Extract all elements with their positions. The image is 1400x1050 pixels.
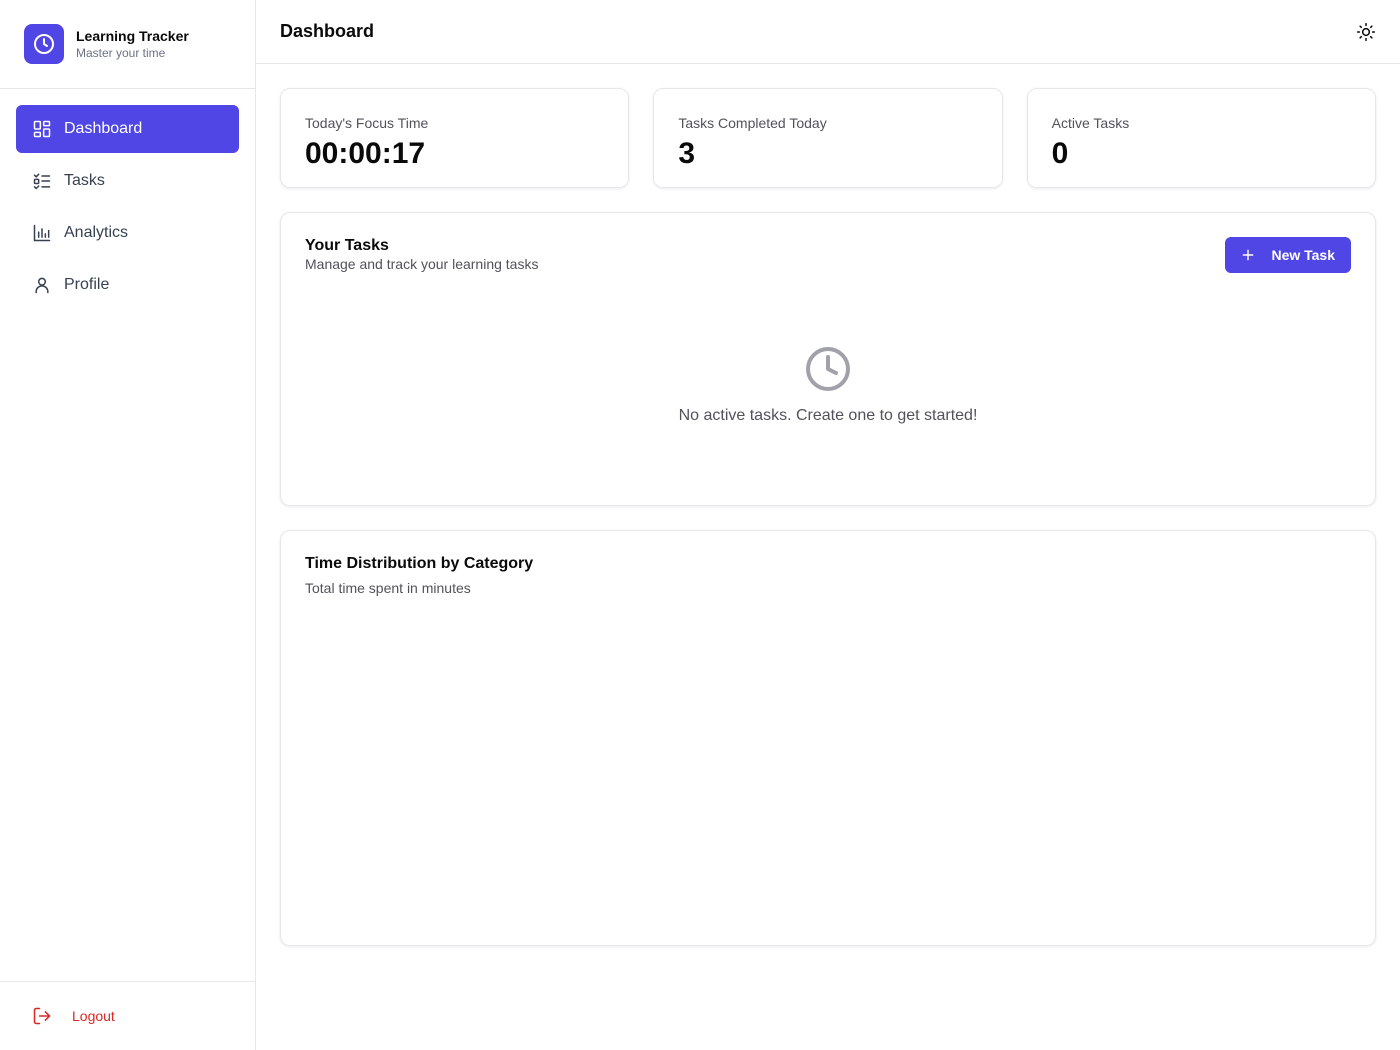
stat-value: 0 xyxy=(1051,137,1069,170)
sidebar-item-dashboard[interactable]: Dashboard xyxy=(16,105,239,153)
stat-label: Today's Focus Time xyxy=(305,115,429,131)
stats-row: Today's Focus Time 00:00:17 Tasks Comple… xyxy=(280,88,1376,188)
stat-card-active-tasks: Active Tasks 0 xyxy=(1026,88,1376,188)
brand-title: Learning Tracker xyxy=(76,28,189,44)
clock-icon xyxy=(24,24,64,64)
plus-icon xyxy=(1243,249,1254,261)
brand: Learning Tracker Master your time xyxy=(0,0,255,89)
app-root: Learning Tracker Master your time Dashbo… xyxy=(0,0,1400,1050)
sidebar-nav: Dashboard Tasks Analytics Profile xyxy=(0,89,255,325)
theme-toggle-button[interactable] xyxy=(1350,16,1382,48)
tasks-card: Your Tasks Manage and track your learnin… xyxy=(280,212,1376,506)
main-area: Dashboard Today's Focus Time 00:00:17 Ta… xyxy=(256,0,1400,1050)
page-title: Dashboard xyxy=(280,21,375,41)
sun-icon xyxy=(1356,22,1376,41)
sidebar-item-label: Analytics xyxy=(64,224,129,241)
sidebar-footer: Logout xyxy=(0,981,255,1050)
tasks-list-icon xyxy=(33,173,51,190)
bar-chart-icon xyxy=(33,224,51,242)
sidebar-item-label: Tasks xyxy=(64,172,105,189)
stat-label: Tasks Completed Today xyxy=(678,115,827,131)
logout-button[interactable]: Logout xyxy=(32,1006,115,1026)
stat-card-focus-time: Today's Focus Time 00:00:17 xyxy=(280,88,630,188)
distribution-title: Time Distribution by Category xyxy=(305,555,534,572)
sidebar-item-analytics[interactable]: Analytics xyxy=(16,209,239,257)
sidebar-item-tasks[interactable]: Tasks xyxy=(16,157,239,205)
stat-value: 00:00:17 xyxy=(305,137,426,170)
new-task-button[interactable]: New Task xyxy=(1225,237,1351,273)
tasks-subtitle: Manage and track your learning tasks xyxy=(305,256,539,272)
sidebar-item-profile[interactable]: Profile xyxy=(16,261,239,309)
clock-icon xyxy=(806,347,850,391)
tasks-title: Your Tasks xyxy=(305,237,389,254)
distribution-subtitle: Total time spent in minutes xyxy=(305,580,471,596)
topbar: Dashboard xyxy=(256,0,1400,64)
user-icon xyxy=(35,277,49,294)
brand-subtitle: Master your time xyxy=(76,46,166,60)
time-distribution-card: Time Distribution by Category Total time… xyxy=(280,530,1376,946)
sidebar-item-label: Profile xyxy=(64,276,110,293)
logout-label: Logout xyxy=(72,1008,115,1024)
empty-state-message: No active tasks. Create one to get start… xyxy=(678,407,978,424)
stat-card-tasks-completed: Tasks Completed Today 3 xyxy=(653,88,1003,188)
stat-label: Active Tasks xyxy=(1051,115,1130,131)
sidebar: Learning Tracker Master your time Dashbo… xyxy=(0,0,256,1050)
sidebar-item-label: Dashboard xyxy=(64,120,143,137)
dashboard-content: Today's Focus Time 00:00:17 Tasks Comple… xyxy=(256,64,1400,970)
dashboard-icon xyxy=(33,120,51,138)
logout-icon xyxy=(33,1007,51,1025)
stat-value: 3 xyxy=(678,137,696,170)
empty-state: No active tasks. Create one to get start… xyxy=(281,345,1375,425)
new-task-label: New Task xyxy=(1271,247,1335,263)
